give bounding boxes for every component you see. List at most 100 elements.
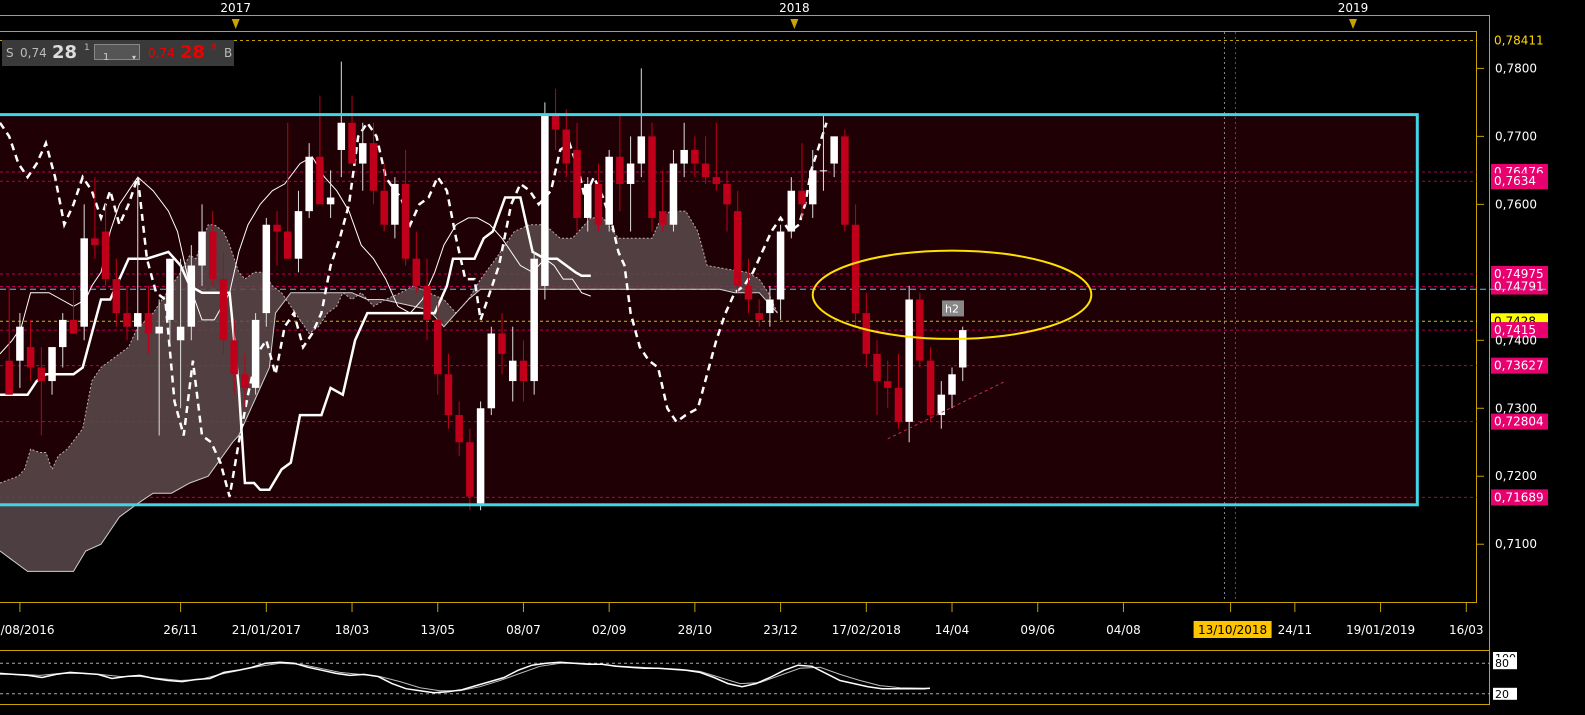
ask-sup: 8 [211,43,217,53]
candle-body [905,299,913,422]
candle-body [241,374,249,388]
candle-body [926,360,935,416]
y-tick-label: 0,7600 [1495,197,1537,211]
level-label: 0,71689 [1494,490,1544,504]
candle-body [841,136,849,225]
candle-body [48,347,56,382]
candle-body [669,163,678,225]
candle-body [862,313,871,354]
candle-body [37,367,46,382]
candle-body [573,149,581,218]
candle-body [283,231,292,259]
candle-body [444,374,453,416]
candle-body [198,231,206,266]
candle-body [123,313,131,327]
x-tick-label: 24/11 [1278,623,1313,637]
candle-body [5,360,13,395]
candle-body [873,353,881,382]
x-tick-label: 04/08 [1106,623,1141,637]
candle-body [616,156,624,184]
candle-body [787,190,796,232]
y-tick-label: 0,7300 [1495,401,1537,415]
candle-body [744,285,753,300]
candle-body [562,129,571,164]
candle-body [551,115,560,130]
x-tick-label: 16/03 [1449,623,1484,637]
y-tick-label: 0,7100 [1495,537,1537,551]
candle-body [723,183,731,205]
candle-body [830,136,838,164]
x-tick-label: 02/09 [592,623,627,637]
candle-body [487,333,496,409]
candle-body [337,122,346,150]
x-tick-label: 14/04 [935,623,970,637]
candle-body [294,211,303,259]
candle-body [69,319,78,334]
candle-body [433,319,442,375]
candle-body [691,149,699,164]
candle-body [508,360,517,382]
candle-body [316,156,324,205]
candle-body [423,285,431,320]
x-tick-label: 13/08/2016 [0,623,54,637]
candle-body [380,190,388,225]
candle-body [808,170,817,205]
candle-body [894,387,903,422]
candle-body [358,143,367,164]
y-tick-label: 0,7200 [1495,469,1537,483]
candle-body [466,442,474,497]
x-tick-label: 13/05 [420,623,455,637]
candle-body [59,319,67,348]
candle-body [605,156,613,225]
candle-body [637,136,646,164]
candle-body [155,326,163,334]
candle-body [166,258,174,320]
x-tick-label: 23/12 [763,623,798,637]
candle-body [755,313,763,320]
stoch-level-label: 20 [1495,688,1509,701]
candle-body [369,143,378,191]
year-label: 2019 [1338,1,1369,15]
x-tick-label: 21/01/2017 [232,623,301,637]
candle-body [455,415,463,443]
x-tick-label: 26/11 [163,623,198,637]
ichimoku-chart[interactable]: 2017 2018 20190,784110,764760,76340,749750… [0,0,1585,715]
chevron-down-icon: ▾ [131,53,136,62]
y-tick-label: 0,7400 [1495,333,1537,347]
x-tick-label: 09/06 [1020,623,1055,637]
candle-body [541,115,549,286]
candle-body [658,211,667,225]
candle-body [776,231,785,300]
quantity-input[interactable]: 1 ▾ [94,44,140,63]
year-label: 2018 [779,1,810,15]
candle-body [26,347,35,368]
annotation-label: h2 [945,302,959,315]
candle-body [583,183,592,218]
candle-body [187,265,196,327]
x-tick-label: 28/10 [678,623,713,637]
candle-body [766,299,774,314]
candle-body [712,177,721,184]
x-tick-label: 08/07 [506,623,541,637]
candle-body [412,258,421,286]
candle-body [594,183,603,225]
candle-body [530,258,538,382]
candle-body [401,183,410,259]
candle-body [680,149,688,164]
level-label: 0,73627 [1494,359,1544,373]
candle-body [958,330,967,368]
ask-price: 28 [180,42,206,63]
bid-prefix: 0,74 [20,46,47,60]
candle-body [798,190,806,205]
candle-body [348,122,356,164]
candle-body [251,319,260,388]
candle-body [937,394,946,416]
candle-body [144,313,153,334]
candle-body [519,360,528,382]
candle-body [733,211,742,286]
candle-body [134,313,142,327]
candle-body [326,197,335,205]
candle-body [391,183,399,225]
candle-body [819,170,828,172]
candle-body [91,238,99,246]
